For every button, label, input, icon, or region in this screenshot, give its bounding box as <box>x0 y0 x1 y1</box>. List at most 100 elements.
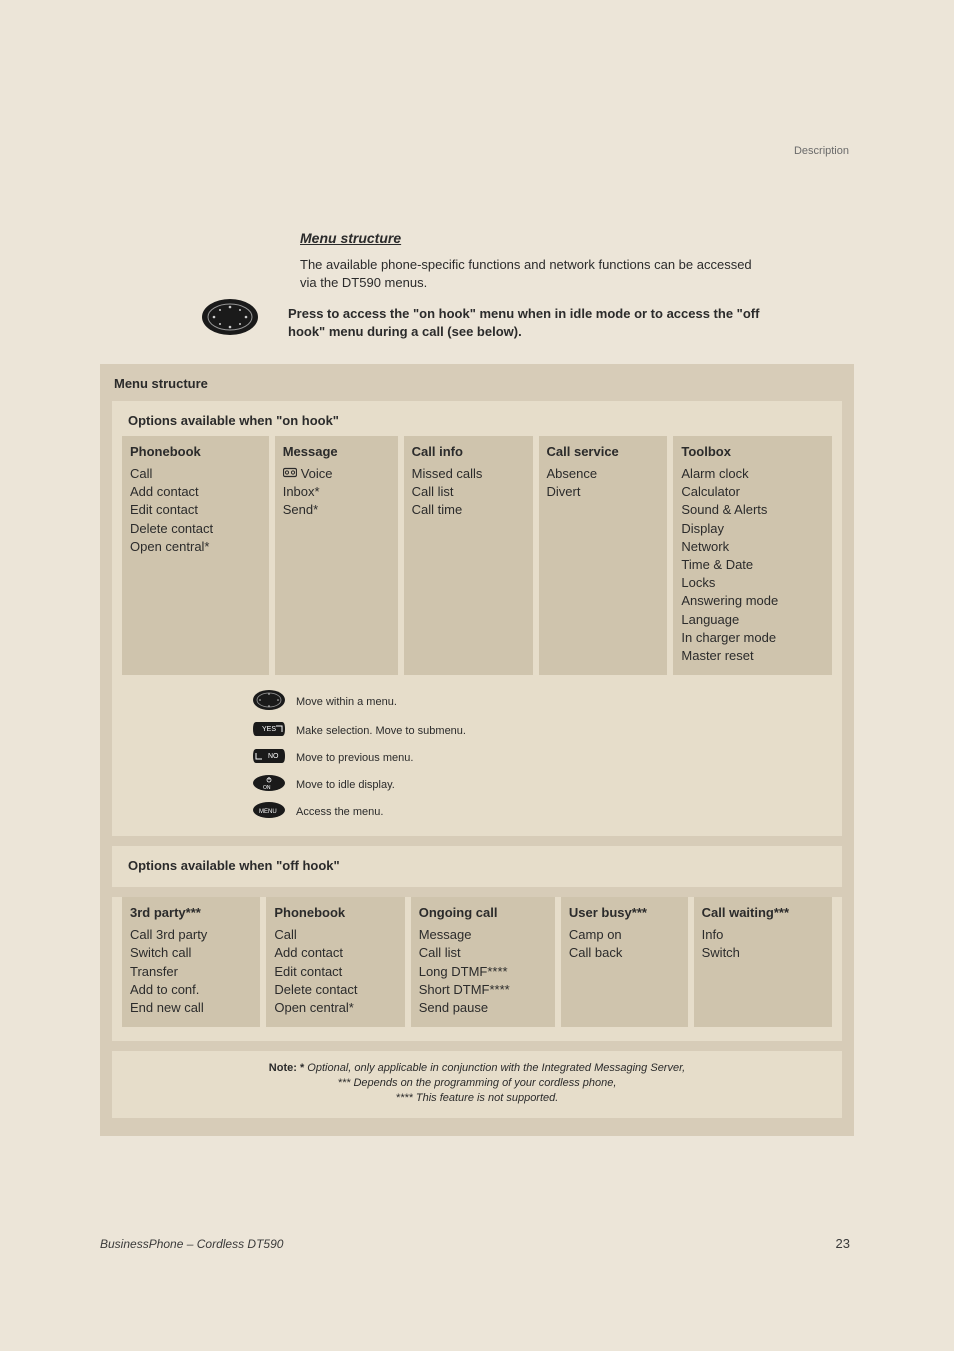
col-header: User busy*** <box>569 905 680 920</box>
legend-text: Make selection. Move to submenu. <box>296 725 466 737</box>
list-item: Calculator <box>681 483 824 501</box>
col-header: Call waiting*** <box>702 905 824 920</box>
intro-text: The available phone-specific functions a… <box>300 256 770 291</box>
list-item: Send* <box>283 501 390 519</box>
list-item: Add contact <box>274 944 396 962</box>
legend-text: Access the menu. <box>296 806 383 818</box>
onhook-columns: Phonebook Call Add contact Edit contact … <box>122 436 832 675</box>
list-item: Short DTMF**** <box>419 981 547 999</box>
col-header: 3rd party*** <box>130 905 252 920</box>
list-item: Transfer <box>130 963 252 981</box>
footer-product: BusinessPhone – Cordless DT590 <box>100 1237 283 1251</box>
col-header: Ongoing call <box>419 905 547 920</box>
offhook-cols-wrap: 3rd party*** Call 3rd party Switch call … <box>112 897 842 1041</box>
col-ongoing: Ongoing call Message Call list Long DTMF… <box>411 897 555 1027</box>
yes-button-icon: YES <box>252 720 286 741</box>
list-item: Divert <box>547 483 660 501</box>
col-header: Toolbox <box>681 444 824 459</box>
list-item: Open central* <box>130 538 261 556</box>
list-item: Info <box>702 926 824 944</box>
list-item: Switch <box>702 944 824 962</box>
note-lead: Note: * <box>269 1062 304 1074</box>
menu-button-icon: MENU <box>252 801 286 822</box>
list-item: Long DTMF**** <box>419 963 547 981</box>
nav-button-icon <box>252 689 286 714</box>
list-item: Sound & Alerts <box>681 501 824 519</box>
list-item: Switch call <box>130 944 252 962</box>
list-item: Answering mode <box>681 592 824 610</box>
nav-button-icon <box>200 295 260 344</box>
list-item: Display <box>681 520 824 538</box>
onhook-panel: Options available when "on hook" Phonebo… <box>112 401 842 836</box>
list-item: Network <box>681 538 824 556</box>
offhook-title: Options available when "off hook" <box>122 858 832 873</box>
press-instruction: Press to access the "on hook" menu when … <box>288 305 778 340</box>
legend-text: Move within a menu. <box>296 696 397 708</box>
note-line3: **** This feature is not supported. <box>396 1092 559 1104</box>
list-item: Voice <box>301 465 333 483</box>
svg-text:NO: NO <box>268 753 279 760</box>
offhook-columns: 3rd party*** Call 3rd party Switch call … <box>122 897 832 1027</box>
col-toolbox: Toolbox Alarm clock Calculator Sound & A… <box>673 436 832 675</box>
col-callinfo: Call info Missed calls Call list Call ti… <box>404 436 533 675</box>
on-button-icon: ON <box>252 774 286 795</box>
list-item: Add to conf. <box>130 981 252 999</box>
list-item: Send pause <box>419 999 547 1017</box>
list-item: Master reset <box>681 647 824 665</box>
col-userbusy: User busy*** Camp on Call back <box>561 897 688 1027</box>
menu-structure-panel: Menu structure Options available when "o… <box>100 364 854 1136</box>
list-item: Edit contact <box>274 963 396 981</box>
notes-block: Note: * Optional, only applicable in con… <box>112 1051 842 1118</box>
col-header: Message <box>283 444 390 459</box>
tape-icon <box>283 465 297 483</box>
col-header: Call info <box>412 444 525 459</box>
col-header: Phonebook <box>130 444 261 459</box>
list-item: Call <box>130 465 261 483</box>
list-item: Edit contact <box>130 501 261 519</box>
svg-text:MENU: MENU <box>259 809 277 815</box>
col-message: Message Voice Inbox* Send* <box>275 436 398 675</box>
list-item: Call 3rd party <box>130 926 252 944</box>
nav-legend: Move within a menu. YES Make selection. … <box>252 689 572 822</box>
list-item: Inbox* <box>283 483 390 501</box>
no-button-icon: NO <box>252 747 286 768</box>
list-item: Camp on <box>569 926 680 944</box>
svg-text:ON: ON <box>263 785 271 791</box>
list-item: In charger mode <box>681 629 824 647</box>
svg-text:YES: YES <box>262 726 276 733</box>
col-header: Call service <box>547 444 660 459</box>
onhook-title: Options available when "on hook" <box>122 413 832 428</box>
legend-text: Move to previous menu. <box>296 752 413 764</box>
list-item: Missed calls <box>412 465 525 483</box>
offhook-panel: Options available when "off hook" <box>112 846 842 887</box>
col-phonebook: Phonebook Call Add contact Edit contact … <box>122 436 269 675</box>
list-item: Message <box>419 926 547 944</box>
list-item: Alarm clock <box>681 465 824 483</box>
list-item: Absence <box>547 465 660 483</box>
page-number: 23 <box>836 1236 850 1251</box>
list-item: End new call <box>130 999 252 1017</box>
col-3rdparty: 3rd party*** Call 3rd party Switch call … <box>122 897 260 1027</box>
list-item: Delete contact <box>274 981 396 999</box>
legend-text: Move to idle display. <box>296 779 395 791</box>
panel-title: Menu structure <box>112 376 842 391</box>
list-item: Add contact <box>130 483 261 501</box>
list-item: Delete contact <box>130 520 261 538</box>
list-item: Open central* <box>274 999 396 1017</box>
list-item: Time & Date <box>681 556 824 574</box>
section-title: Menu structure <box>300 230 854 246</box>
note-line2: *** Depends on the programming of your c… <box>338 1077 617 1089</box>
list-item: Call time <box>412 501 525 519</box>
list-item: Language <box>681 611 824 629</box>
col-callwaiting: Call waiting*** Info Switch <box>694 897 832 1027</box>
note-line1: Optional, only applicable in conjunction… <box>304 1062 685 1074</box>
list-item: Call list <box>412 483 525 501</box>
list-item: Locks <box>681 574 824 592</box>
list-item: Call back <box>569 944 680 962</box>
col-phonebook-off: Phonebook Call Add contact Edit contact … <box>266 897 404 1027</box>
list-item: Call <box>274 926 396 944</box>
col-header: Phonebook <box>274 905 396 920</box>
col-callservice: Call service Absence Divert <box>539 436 668 675</box>
list-item: Call list <box>419 944 547 962</box>
doc-section-label: Description <box>794 145 849 157</box>
